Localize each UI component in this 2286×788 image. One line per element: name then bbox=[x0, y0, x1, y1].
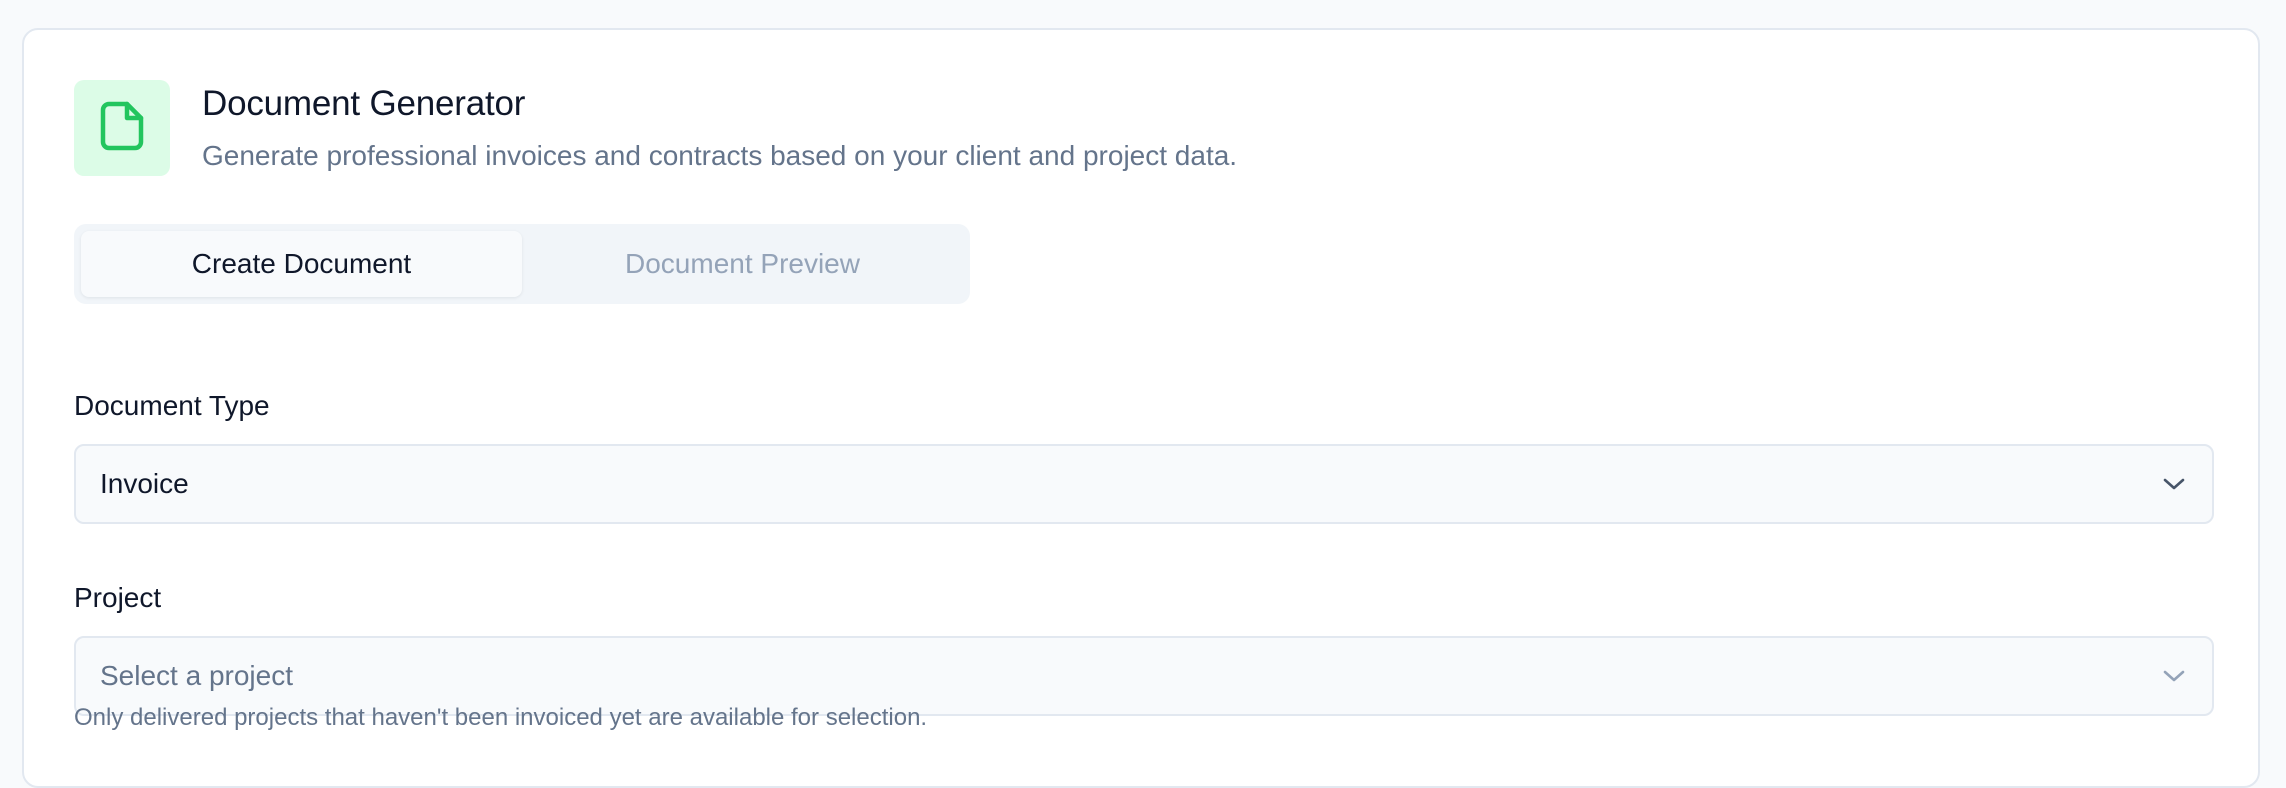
file-icon bbox=[100, 101, 144, 156]
tab-list: Create Document Document Preview bbox=[74, 224, 970, 304]
project-helper-text: Only delivered projects that haven't bee… bbox=[74, 704, 928, 731]
document-type-label: Document Type bbox=[74, 390, 270, 421]
document-generator-card: Document Generator Generate professional… bbox=[22, 28, 2260, 788]
tab-document-preview[interactable]: Document Preview bbox=[522, 231, 963, 297]
project-label: Project bbox=[74, 582, 162, 613]
page-title: Document Generator bbox=[202, 84, 526, 123]
document-type-value: Invoice bbox=[100, 468, 189, 499]
chevron-down-icon bbox=[2160, 662, 2188, 690]
header-icon-container bbox=[74, 80, 170, 176]
document-type-select[interactable]: Invoice bbox=[74, 444, 2214, 524]
project-placeholder: Select a project bbox=[100, 660, 293, 691]
chevron-down-icon bbox=[2160, 470, 2188, 498]
page-subtitle: Generate professional invoices and contr… bbox=[202, 140, 1238, 171]
tab-create-document[interactable]: Create Document bbox=[81, 231, 522, 297]
